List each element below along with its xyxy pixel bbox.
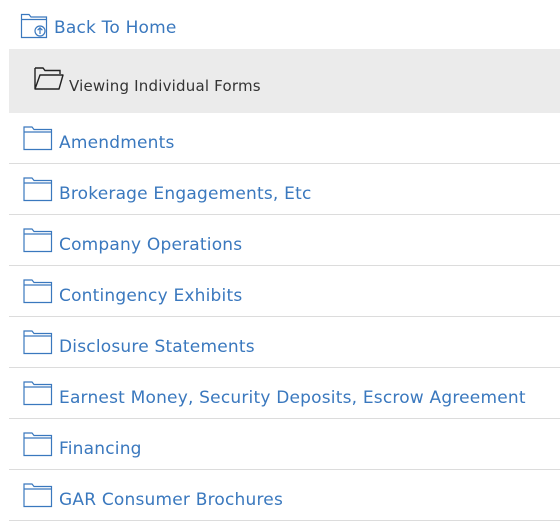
back-to-home-label: Back To Home <box>54 18 177 38</box>
folder-item-earnest-money[interactable]: Earnest Money, Security Deposits, Escrow… <box>9 368 560 419</box>
folder-icon <box>23 432 53 457</box>
folder-item-gar-consumer-brochures[interactable]: GAR Consumer Brochures <box>9 470 560 521</box>
folder-label: Earnest Money, Security Deposits, Escrow… <box>59 388 526 408</box>
folder-icon <box>23 330 53 355</box>
folder-item-contingency-exhibits[interactable]: Contingency Exhibits <box>9 266 560 317</box>
current-folder-header: Viewing Individual Forms <box>9 49 560 113</box>
folder-label: Amendments <box>59 133 175 153</box>
folder-icon <box>23 126 53 151</box>
folder-icon <box>23 483 53 508</box>
open-folder-icon <box>34 67 64 90</box>
folder-list: Amendments Brokerage Engagements, Etc Co… <box>9 113 560 521</box>
folder-item-disclosure-statements[interactable]: Disclosure Statements <box>9 317 560 368</box>
folder-icon <box>23 279 53 304</box>
folder-label: Financing <box>59 439 142 459</box>
folder-label: Disclosure Statements <box>59 337 255 357</box>
folder-item-company-operations[interactable]: Company Operations <box>9 215 560 266</box>
folder-label: Contingency Exhibits <box>59 286 243 306</box>
folder-item-amendments[interactable]: Amendments <box>9 113 560 164</box>
folder-item-brokerage-engagements[interactable]: Brokerage Engagements, Etc <box>9 164 560 215</box>
folder-label: Company Operations <box>59 235 243 255</box>
folder-item-financing[interactable]: Financing <box>9 419 560 470</box>
folder-label: Brokerage Engagements, Etc <box>59 184 312 204</box>
folder-up-icon <box>20 13 48 39</box>
forms-browser: Back To Home Viewing Individual Forms Am… <box>0 0 560 521</box>
folder-label: GAR Consumer Brochures <box>59 490 284 510</box>
folder-icon <box>23 177 53 202</box>
folder-icon <box>23 228 53 253</box>
current-folder-label: Viewing Individual Forms <box>69 77 261 95</box>
folder-icon <box>23 381 53 406</box>
back-to-home-link[interactable]: Back To Home <box>20 9 177 39</box>
